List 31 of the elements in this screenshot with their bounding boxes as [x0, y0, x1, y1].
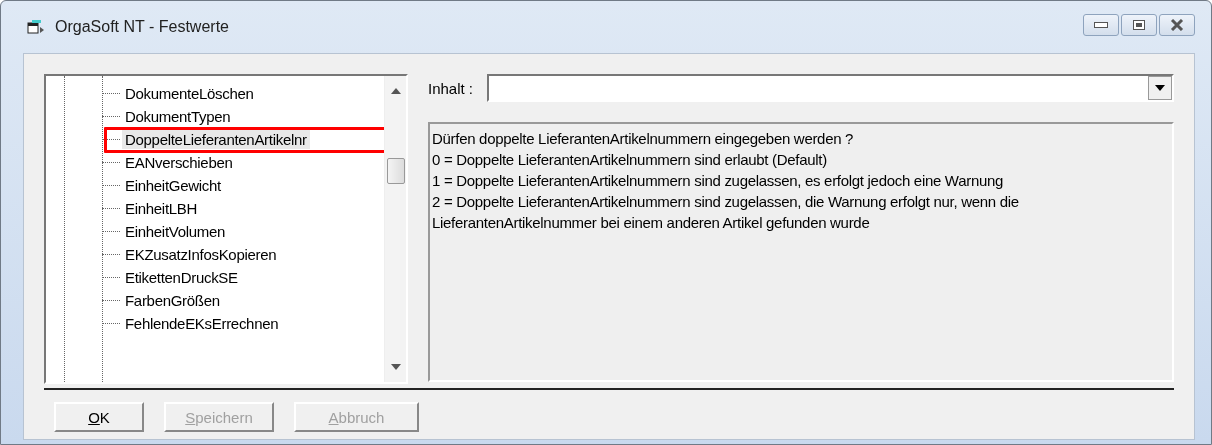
tree-item[interactable]: EinheitVolumen	[122, 222, 229, 241]
tree-item[interactable]: DokumentTypen	[122, 107, 234, 126]
close-icon	[1170, 19, 1184, 31]
scroll-down-icon[interactable]	[391, 364, 401, 370]
tree-item[interactable]: DoppelteLieferantenArtikelnr	[122, 130, 310, 149]
close-button[interactable]	[1159, 14, 1195, 36]
tree-item[interactable]: FehlendeEKsErrechnen	[122, 314, 282, 333]
window-title: OrgaSoft NT - Festwerte	[55, 18, 229, 36]
dialog-button[interactable]: OK	[54, 402, 144, 432]
tree-item[interactable]: EANverschieben	[122, 153, 236, 172]
description-text: 1 = Doppelte LieferantenArtikelnummern sind zugelassen, es erfolgt jedoch eine Warnung	[432, 171, 1005, 191]
content-label: Inhalt :	[428, 79, 474, 97]
description-text: 0 = Doppelte LieferantenArtikelnummern sind erlaubt (Default)	[432, 150, 828, 170]
tree-item[interactable]: EKZusatzInfosKopieren	[122, 245, 280, 264]
tree-item[interactable]: EinheitLBH	[122, 199, 201, 218]
scrollbar[interactable]	[384, 76, 406, 382]
minimize-icon	[1094, 22, 1108, 28]
tree-item[interactable]: DokumenteLöschen	[122, 84, 257, 103]
scroll-up-icon[interactable]	[391, 88, 401, 94]
content-dropdown[interactable]	[487, 74, 1174, 102]
tree-item[interactable]: EtikettenDruckSE	[122, 268, 241, 287]
description-text: Dürfen doppelte LieferantenArtikelnummern eingegeben werden ?	[432, 129, 855, 149]
minimize-button[interactable]	[1083, 14, 1119, 36]
tree-item[interactable]: FarbenGrößen	[122, 291, 223, 310]
maximize-icon	[1133, 20, 1145, 30]
description-text: 2 = Doppelte LieferantenArtikelnummern sind zugelassen, die Warnung erfolgt nur, wenn die LieferantenArtikelnummer bei einem anderen Artikel gefunden wurde	[432, 192, 1020, 233]
tree-item[interactable]: EinheitGewicht	[122, 176, 224, 195]
caret-icon	[1155, 85, 1165, 91]
dropdown-button[interactable]	[1148, 76, 1172, 100]
scroll-thumb[interactable]	[387, 158, 405, 184]
maximize-button[interactable]	[1121, 14, 1157, 36]
